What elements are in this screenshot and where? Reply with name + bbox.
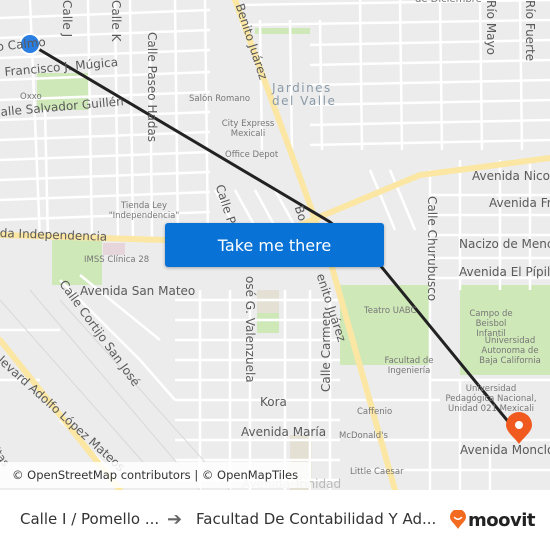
map-attribution: © OpenStreetMap contributors | © OpenMap… <box>0 462 311 488</box>
poi-label: Caffenio <box>357 407 393 417</box>
street-label: de Diciembre <box>415 0 482 5</box>
osm-attribution-link[interactable]: © OpenStreetMap contributors <box>12 468 191 482</box>
street-label: Río Fuerte <box>523 0 537 62</box>
street-label: Calle Paseo Hadas <box>145 32 159 143</box>
poi-label: Tienda Ley "Independencia" <box>108 201 180 221</box>
poi-label: Universidad Autonoma de Baja California <box>479 336 541 366</box>
route-footer: Calle I / Pomello ... ➔ Facultad De Cont… <box>0 490 550 550</box>
street-label: Avenida El Pípila <box>459 265 550 279</box>
poi-label: City Express Mexicali <box>221 119 275 139</box>
street-label: Avenida María <box>241 425 327 439</box>
take-me-there-button[interactable]: Take me there <box>165 223 384 267</box>
street-label: Avenida Nico <box>472 169 550 183</box>
poi-label: Office Depot <box>225 150 279 160</box>
arrow-right-icon: ➔ <box>167 509 183 529</box>
street-label: Avenida Monclo <box>460 443 550 457</box>
omt-attribution-link[interactable]: © OpenMapTiles <box>202 468 298 482</box>
poi-label: IMSS Clínica 28 <box>84 255 150 265</box>
street-label: Nacizo de Menc <box>459 237 550 251</box>
street-label: Avenida Fr <box>489 196 550 210</box>
moovit-pin-icon <box>450 510 466 529</box>
street-label: Kora <box>260 395 287 409</box>
building-area <box>257 290 279 313</box>
neighborhood-label-line: del Valle <box>272 94 337 109</box>
street-label: Avenida San Mateo <box>80 284 196 298</box>
poi-label: Universidad Pedagógica Nacional, Unidad … <box>445 384 537 414</box>
poi-label: Teatro UABC <box>364 306 417 316</box>
poi-label: Salón Romano <box>189 94 251 104</box>
street-label: Calle Churubusco <box>425 196 439 302</box>
street-label: Río Mayo <box>484 0 498 55</box>
park-area <box>255 28 310 34</box>
moovit-logo[interactable]: moovit <box>450 508 536 532</box>
poi-label: Little Caesar <box>350 467 404 477</box>
park-area <box>257 313 279 333</box>
poi-label: McDonald's <box>339 431 388 441</box>
street-label: Calle J <box>60 0 74 38</box>
map-view[interactable]: Calle J Calle K o Calmo Francisco J. Múg… <box>0 0 550 490</box>
building-area <box>103 243 125 255</box>
attribution-separator: | <box>194 468 199 482</box>
poi-label: Facultad de Ingeniería <box>384 356 434 376</box>
neighborhood-label: Jardines del Valle <box>272 81 337 109</box>
street-label: da Independencia <box>0 226 108 244</box>
poi-label: Campo de Beisbol Infantil <box>469 309 513 339</box>
origin-stop-name: Calle I / Pomello ... <box>20 510 160 528</box>
destination-name: Facultad De Contabilidad Y Ad... <box>196 510 437 528</box>
street-label: Calle K <box>109 0 123 42</box>
poi-label: Oxxo <box>20 92 42 102</box>
street-label: osé G. Valenzuela <box>243 276 257 383</box>
moovit-wordmark: moovit <box>468 509 536 531</box>
